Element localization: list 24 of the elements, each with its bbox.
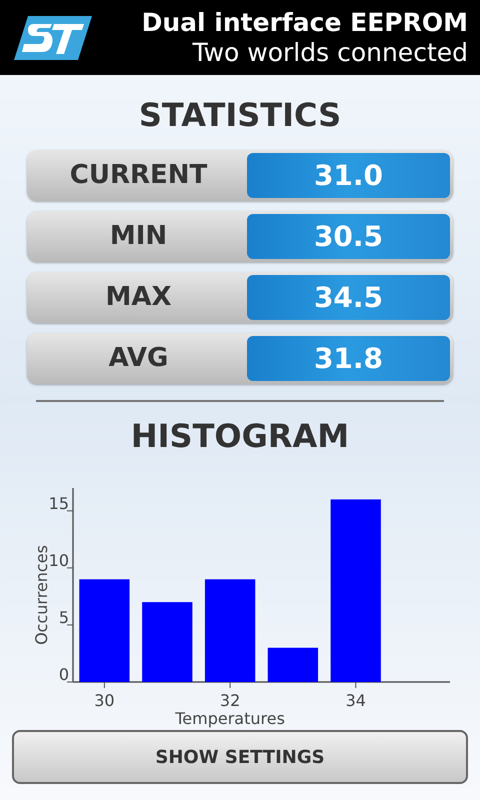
statistic-label: MAX	[104, 281, 173, 314]
x-tick-label: 34	[346, 691, 366, 710]
header-subtitle: Two worlds connected	[192, 38, 468, 68]
logo-icon	[12, 14, 94, 62]
x-axis-title: Temperatures	[175, 709, 285, 728]
statistic-value: 31.8	[247, 336, 450, 381]
y-tick-label: 15	[48, 494, 69, 513]
statistic-value: 30.5	[247, 214, 450, 259]
x-tick-label: 32	[220, 691, 240, 710]
statistic-value: 31.0	[247, 153, 450, 198]
y-tick-label: 10	[48, 550, 69, 570]
statistic-label: CURRENT	[68, 159, 208, 192]
x-tick-label: 30	[94, 691, 115, 710]
header-title: Dual interface EEPROM	[142, 8, 468, 38]
statistic-label: AVG	[108, 342, 170, 375]
statistic-label: MIN	[108, 220, 168, 253]
histogram-title: HISTOGRAM	[130, 416, 350, 456]
y-tick-label: 0	[58, 665, 69, 684]
histogram-bar	[268, 648, 318, 682]
statistic-value: 34.5	[247, 275, 450, 320]
show-settings-button[interactable]: SHOW SETTINGS	[12, 730, 468, 784]
statistics-title: STATISTICS	[138, 95, 342, 135]
y-tick-label: 5	[58, 608, 69, 627]
y-axis-title: Occurrences	[32, 545, 51, 645]
